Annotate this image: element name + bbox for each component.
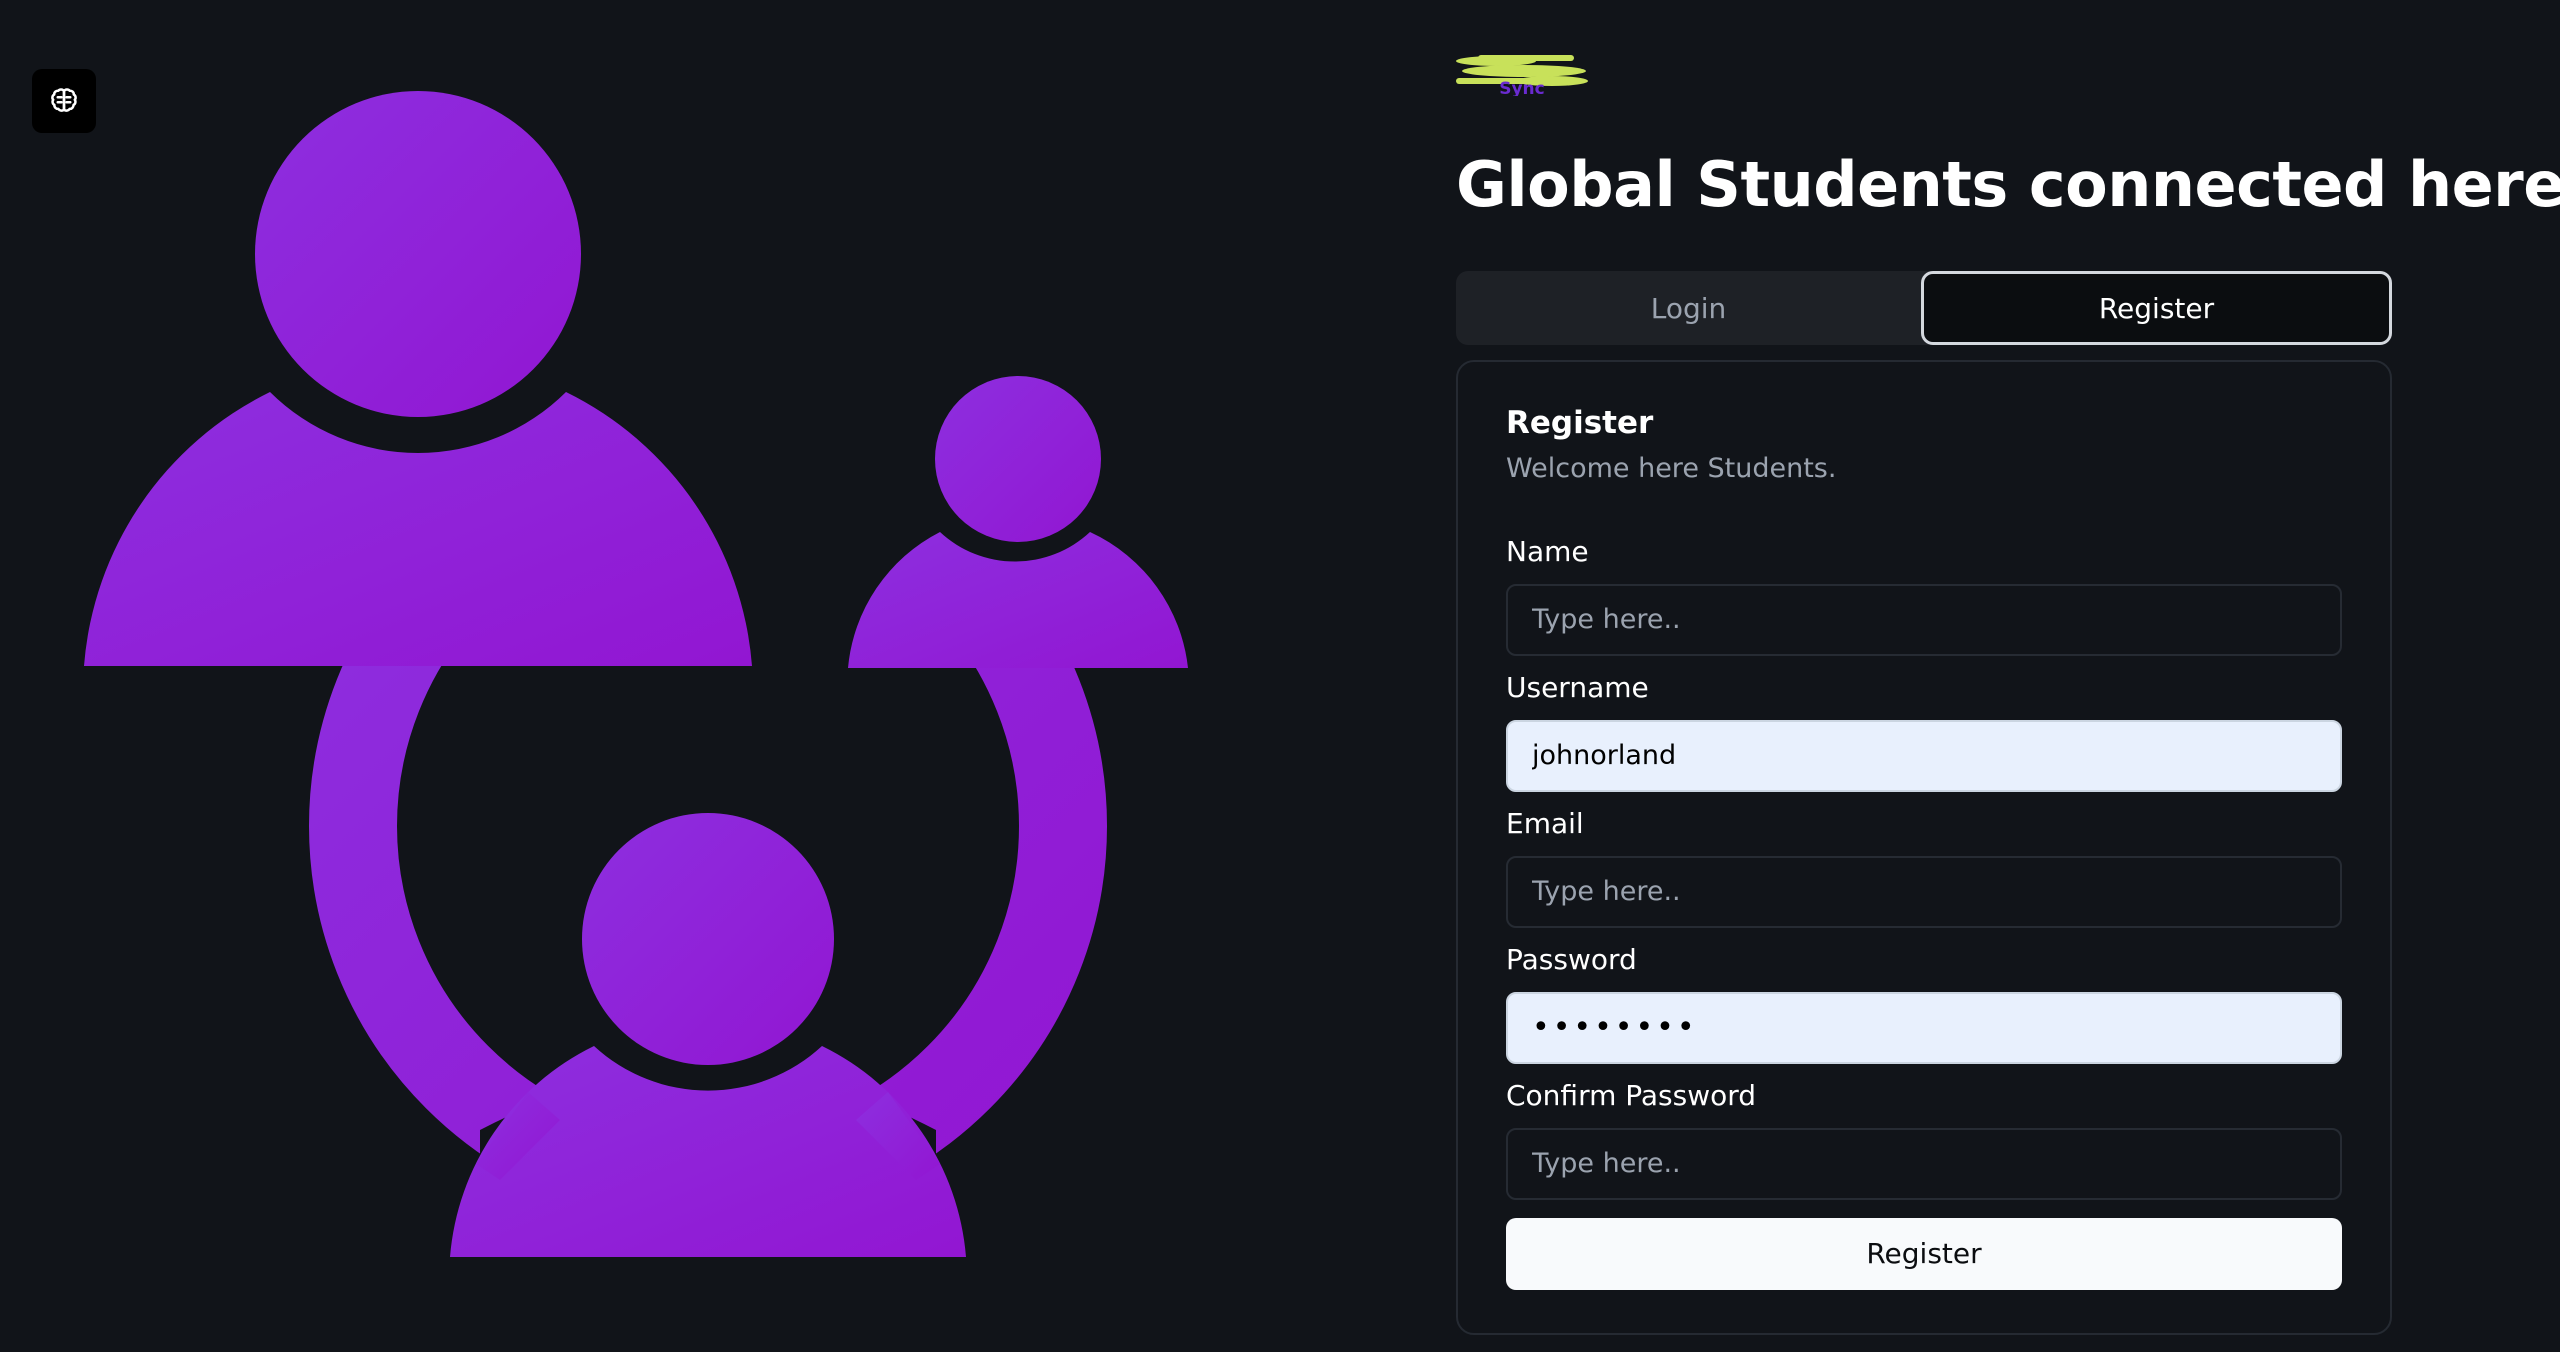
brain-toggle-button[interactable] bbox=[32, 69, 96, 133]
card-subtitle: Welcome here Students. bbox=[1506, 453, 1837, 485]
name-input[interactable] bbox=[1506, 583, 2342, 656]
password-input[interactable] bbox=[1506, 991, 2342, 1064]
auth-tabs: Login Register bbox=[1456, 271, 2392, 345]
register-card: Register Welcome here Students. Name Use… bbox=[1456, 360, 2392, 1335]
tab-register[interactable]: Register bbox=[1921, 271, 2392, 345]
register-page: Sync Global Students connected here Logi… bbox=[0, 0, 2560, 1352]
email-input[interactable] bbox=[1506, 855, 2342, 928]
email-label: Email bbox=[1506, 806, 1584, 840]
form-field: Email bbox=[1506, 806, 2342, 928]
register-form: Name Username Email Password Confirm Pas bbox=[1506, 534, 2342, 1290]
students-group-icon bbox=[84, 91, 1188, 1257]
username-input[interactable] bbox=[1506, 719, 2342, 792]
form-field: Username bbox=[1506, 670, 2342, 792]
form-field: Confirm Password bbox=[1506, 1078, 2342, 1200]
sync-logo: Sync bbox=[1456, 55, 1588, 96]
tab-login[interactable]: Login bbox=[1456, 271, 1921, 345]
brain-icon bbox=[51, 88, 77, 112]
username-label: Username bbox=[1506, 670, 1649, 704]
name-label: Name bbox=[1506, 534, 1589, 568]
page-title: Global Students connected here bbox=[1456, 148, 2560, 221]
confirm-password-input[interactable] bbox=[1506, 1127, 2342, 1200]
confirm-password-label: Confirm Password bbox=[1506, 1078, 1757, 1112]
form-field: Name bbox=[1506, 534, 2342, 656]
form-field: Password bbox=[1506, 942, 2342, 1064]
password-label: Password bbox=[1506, 942, 1637, 976]
card-title: Register bbox=[1506, 405, 1654, 441]
register-submit-button[interactable]: Register bbox=[1506, 1217, 2342, 1290]
logo-text: Sync bbox=[1499, 79, 1545, 96]
